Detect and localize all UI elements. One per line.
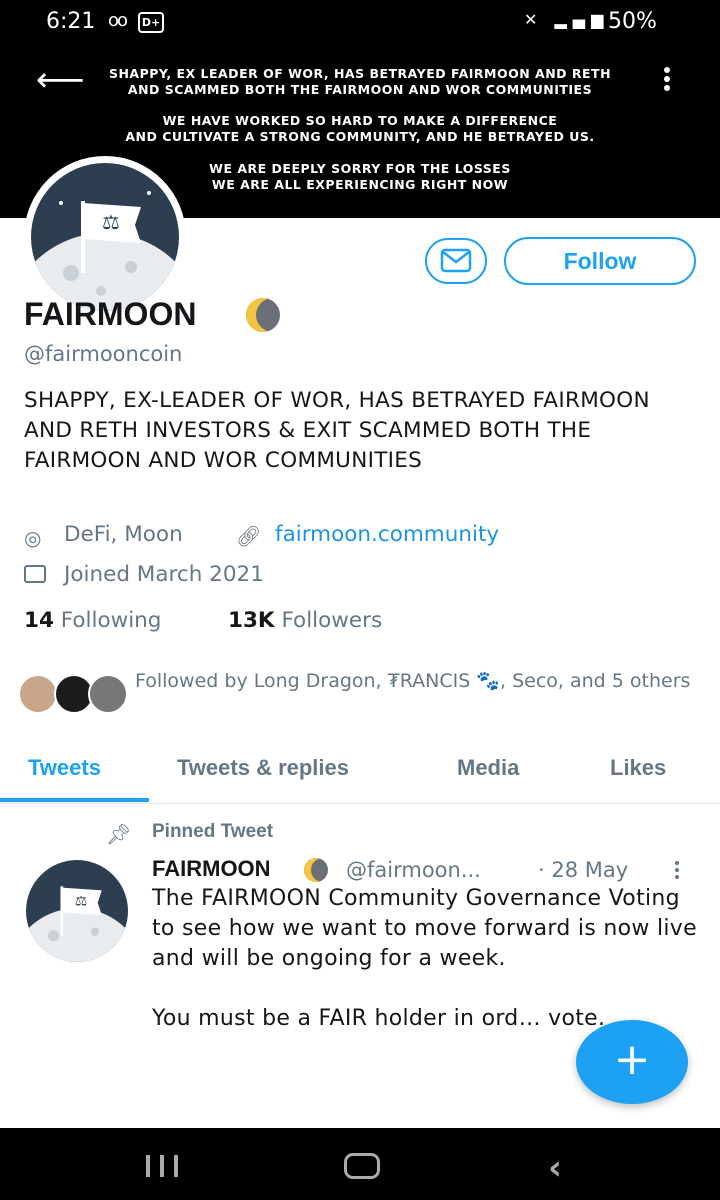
tweet-date: · 28 May [538,858,629,882]
moon-emoji-icon [304,858,328,882]
profile-tabs: Tweets Tweets & replies Media Likes [0,745,720,804]
handle: @fairmooncoin [24,342,183,366]
tweet-text: The FAIRMOON Community Governance Voting… [152,886,697,1031]
voicemail-icon: oo [108,10,128,31]
location-icon: ◎ [24,526,42,550]
back-arrow-icon[interactable]: ⟵ [36,60,85,100]
back-icon[interactable]: ‹ [548,1148,562,1188]
tab-tweets[interactable]: Tweets [28,755,101,781]
avatar[interactable]: ⚖ [24,156,186,318]
tweet-author-handle: @fairmoon... [346,858,481,882]
recent-apps-icon[interactable] [144,1155,180,1179]
banner-line: AND SCAMMED BOTH THE FAIRMOON AND WOR CO… [127,82,593,97]
envelope-icon [440,248,472,273]
tab-tweets-replies[interactable]: Tweets & replies [177,755,349,781]
svg-text:⚖: ⚖ [75,893,87,909]
active-tab-indicator [0,798,149,802]
display-name: FAIRMOON [24,296,197,332]
following-stat[interactable]: 14 Following [24,608,161,633]
location: DeFi, Moon [64,522,183,547]
moon-flag-logo: ⚖ [26,886,128,962]
follow-button[interactable]: Follow [504,237,696,285]
banner-line: AND CULTIVATE A STRONG COMMUNITY, AND HE… [125,129,595,144]
followed-by-avatars[interactable] [18,674,128,714]
followers-stat[interactable]: 13K Followers [228,608,382,633]
pinned-label: Pinned Tweet [152,821,274,842]
followers-count: 13K [228,608,275,633]
followers-label: Followers [281,608,383,633]
following-label: Following [60,608,162,633]
avatar [88,674,128,714]
plus-icon: + [613,1034,651,1085]
moon-emoji-icon [246,298,280,332]
banner-line: SHAPPY, EX LEADER OF WOR, HAS BETRAYED F… [108,66,612,81]
pin-icon: 📌︎ [106,822,132,846]
banner-line: WE HAVE WORKED SO HARD TO MAKE A DIFFERE… [162,113,558,128]
bio: SHAPPY, EX-LEADER OF WOR, HAS BETRAYED F… [24,388,650,473]
svg-text:⚖: ⚖ [102,210,120,234]
following-count: 14 [24,608,54,633]
tab-likes[interactable]: Likes [610,755,666,781]
moon-flag-logo: ⚖ [31,191,179,311]
website-link[interactable]: fairmoon.community [275,522,499,547]
signal-icon: ✕ ▂▄▆ [524,10,610,29]
clock: 6:21 [46,9,96,34]
home-icon[interactable] [344,1153,380,1179]
status-bar: 6:21 oo D+ ✕ ▂▄▆ 50% [0,0,720,50]
app-notification-icon: D+ [138,12,164,33]
tab-media[interactable]: Media [457,755,519,781]
message-button[interactable] [425,238,487,284]
more-options-icon[interactable] [656,64,678,100]
tweet-avatar[interactable]: ⚖ [22,856,132,966]
link-icon: 🔗︎ [236,524,262,548]
calendar-icon [24,565,46,583]
avatar [18,674,58,714]
joined-date: Joined March 2021 [64,562,264,587]
tweet-author-name: FAIRMOON [152,856,271,881]
compose-tweet-button[interactable]: + [576,1020,688,1104]
battery-level: 50% [608,9,657,34]
followed-by-text[interactable]: Followed by Long Dragon, ₮RANCIS 🐾, Seco… [135,668,705,694]
tweet-more-icon[interactable] [672,858,682,884]
